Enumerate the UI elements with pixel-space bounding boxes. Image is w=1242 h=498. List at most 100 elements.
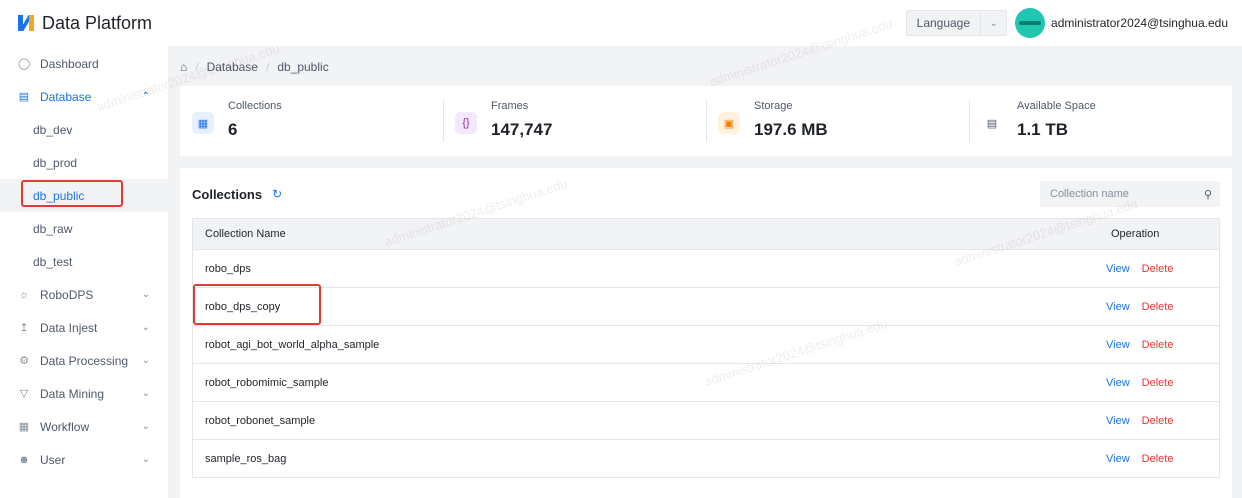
column-header-operation: Operation <box>1111 228 1160 240</box>
view-button[interactable]: View <box>1106 415 1130 427</box>
collection-name: sample_ros_bag <box>205 452 287 465</box>
sidebar-item-data-processing[interactable]: ⚙ Data Processing ⌄ <box>0 344 168 377</box>
user-icon: ☻ <box>18 453 30 466</box>
stat-label: Collections <box>228 100 282 112</box>
sidebar-subitem-db-dev[interactable]: db_dev <box>0 113 168 146</box>
chevron-down-icon: ⌄ <box>141 322 150 333</box>
sidebar-item-database[interactable]: ▤ Database ⌃ <box>0 80 168 113</box>
collections-table: Collection Name Operation robo_dps View D… <box>192 218 1220 478</box>
space-icon: ▤ <box>981 112 1003 134</box>
table-row: robot_robomimic_sample View Delete <box>193 363 1219 401</box>
sidebar-item-data-injest[interactable]: ↥ Data Injest ⌄ <box>0 311 168 344</box>
chevron-down-icon: ⌄ <box>141 421 150 432</box>
delete-button[interactable]: Delete <box>1142 415 1174 427</box>
collection-name: robo_dps_copy <box>205 300 281 313</box>
stat-label: Frames <box>491 100 529 112</box>
table-row: sample_ros_bag View Delete <box>193 439 1219 477</box>
stat-value: 197.6 MB <box>754 120 828 139</box>
sidebar-item-workflow[interactable]: ▦ Workflow ⌄ <box>0 410 168 443</box>
stat-value: 6 <box>228 120 238 139</box>
breadcrumb-item: db_public <box>277 60 329 74</box>
sidebar-item-label: Workflow <box>40 419 90 434</box>
delete-button[interactable]: Delete <box>1142 339 1174 351</box>
processing-icon: ⚙ <box>19 355 29 367</box>
sidebar-item-label: Dashboard <box>40 56 99 71</box>
sidebar-item-data-mining[interactable]: ▽ Data Mining ⌄ <box>0 377 168 410</box>
sidebar-subitem-db-prod[interactable]: db_prod <box>0 146 168 179</box>
chevron-down-icon: ⌄ <box>141 388 150 399</box>
column-header-name: Collection Name <box>205 228 286 240</box>
sidebar-subitem-db-test[interactable]: db_test <box>0 245 168 278</box>
panel-title: Collections <box>192 186 263 202</box>
stat-collections: ▦ Collections 6 <box>180 86 443 156</box>
sidebar-item-robodps[interactable]: ☼ RoboDPS ⌄ <box>0 278 168 311</box>
home-icon[interactable]: ⌂ <box>180 60 187 74</box>
app-logo[interactable]: Data Platform <box>18 13 152 34</box>
sidebar-item-user[interactable]: ☻ User ⌄ <box>0 443 168 476</box>
chevron-down-icon: ⌄ <box>141 454 150 465</box>
dashboard-icon: ◯ <box>18 58 31 70</box>
logo-icon <box>18 15 34 31</box>
view-button[interactable]: View <box>1106 453 1130 465</box>
collection-name: robo_dps <box>205 262 251 275</box>
database-icon: ▤ <box>18 91 30 103</box>
delete-button[interactable]: Delete <box>1142 453 1174 465</box>
mining-icon: ▽ <box>19 388 29 400</box>
collection-name: robot_robomimic_sample <box>205 376 329 389</box>
sidebar-item-label: Data Processing <box>40 353 129 368</box>
top-header: Data Platform Language ⌄ administrator20… <box>0 0 1242 46</box>
sidebar-subitem-db-public[interactable]: db_public <box>0 179 168 212</box>
stat-label: Storage <box>754 100 793 112</box>
view-button[interactable]: View <box>1106 301 1130 313</box>
collection-name: robot_agi_bot_world_alpha_sample <box>205 338 380 351</box>
stat-value: 147,747 <box>491 120 553 139</box>
stat-value: 1.1 TB <box>1017 120 1069 139</box>
search-input[interactable] <box>1050 188 1204 200</box>
view-button[interactable]: View <box>1106 263 1130 275</box>
collection-name: robot_robonet_sample <box>205 414 316 427</box>
braces-icon: {} <box>455 112 477 134</box>
sidebar-item-dashboard[interactable]: ◯ Dashboard <box>0 47 168 80</box>
view-button[interactable]: View <box>1106 339 1130 351</box>
chevron-down-icon: ⌄ <box>141 289 150 300</box>
sidebar-item-label: Database <box>40 89 92 104</box>
delete-button[interactable]: Delete <box>1142 301 1174 313</box>
stat-storage: ▣ Storage 197.6 MB <box>706 86 969 156</box>
chevron-down-icon[interactable]: ⌄ <box>980 11 1006 35</box>
stats-bar: ▦ Collections 6 {} Frames 147,747 ▣ Stor… <box>180 86 1232 156</box>
table-row: robot_agi_bot_world_alpha_sample View Del… <box>193 325 1219 363</box>
app-title: Data Platform <box>42 12 153 33</box>
stat-frames: {} Frames 147,747 <box>443 86 706 156</box>
chevron-up-icon: ⌃ <box>141 91 150 102</box>
language-label: Language <box>916 16 971 30</box>
sidebar-item-label: Data Injest <box>40 320 98 335</box>
breadcrumb-item[interactable]: Database <box>207 60 258 74</box>
robot-icon: ☼ <box>18 288 30 301</box>
collections-panel: Collections ↻ ⚲ Collection Name Operatio… <box>180 168 1232 498</box>
search-box: ⚲ <box>1040 181 1220 207</box>
collections-icon: ▦ <box>192 112 214 134</box>
user-email[interactable]: administrator2024@tsinghua.edu <box>1051 16 1228 30</box>
breadcrumb: ⌂ / Database / db_public <box>180 60 329 74</box>
sidebar: ◯ Dashboard ▤ Database ⌃ db_dev db_prod … <box>0 46 168 498</box>
view-button[interactable]: View <box>1106 377 1130 389</box>
sidebar-item-label: User <box>40 452 66 467</box>
refresh-icon[interactable]: ↻ <box>272 187 282 201</box>
chevron-down-icon: ⌄ <box>141 355 150 366</box>
stat-available-space: ▤ Available Space 1.1 TB <box>969 86 1232 156</box>
workflow-icon: ▦ <box>18 421 30 433</box>
table-header: Collection Name Operation <box>193 219 1219 249</box>
sidebar-item-label: Data Mining <box>40 386 105 401</box>
sidebar-subitem-db-raw[interactable]: db_raw <box>0 212 168 245</box>
delete-button[interactable]: Delete <box>1142 263 1174 275</box>
sidebar-item-label: RoboDPS <box>40 287 94 302</box>
stat-label: Available Space <box>1017 100 1096 112</box>
storage-icon: ▣ <box>718 112 740 134</box>
table-row: robo_dps View Delete <box>193 249 1219 287</box>
table-row: robo_dps_copy View Delete <box>193 287 1219 325</box>
search-icon[interactable]: ⚲ <box>1204 188 1212 201</box>
avatar[interactable] <box>1015 8 1046 38</box>
delete-button[interactable]: Delete <box>1142 377 1174 389</box>
language-select[interactable]: Language ⌄ <box>905 10 1008 36</box>
table-row: robot_robonet_sample View Delete <box>193 401 1219 439</box>
